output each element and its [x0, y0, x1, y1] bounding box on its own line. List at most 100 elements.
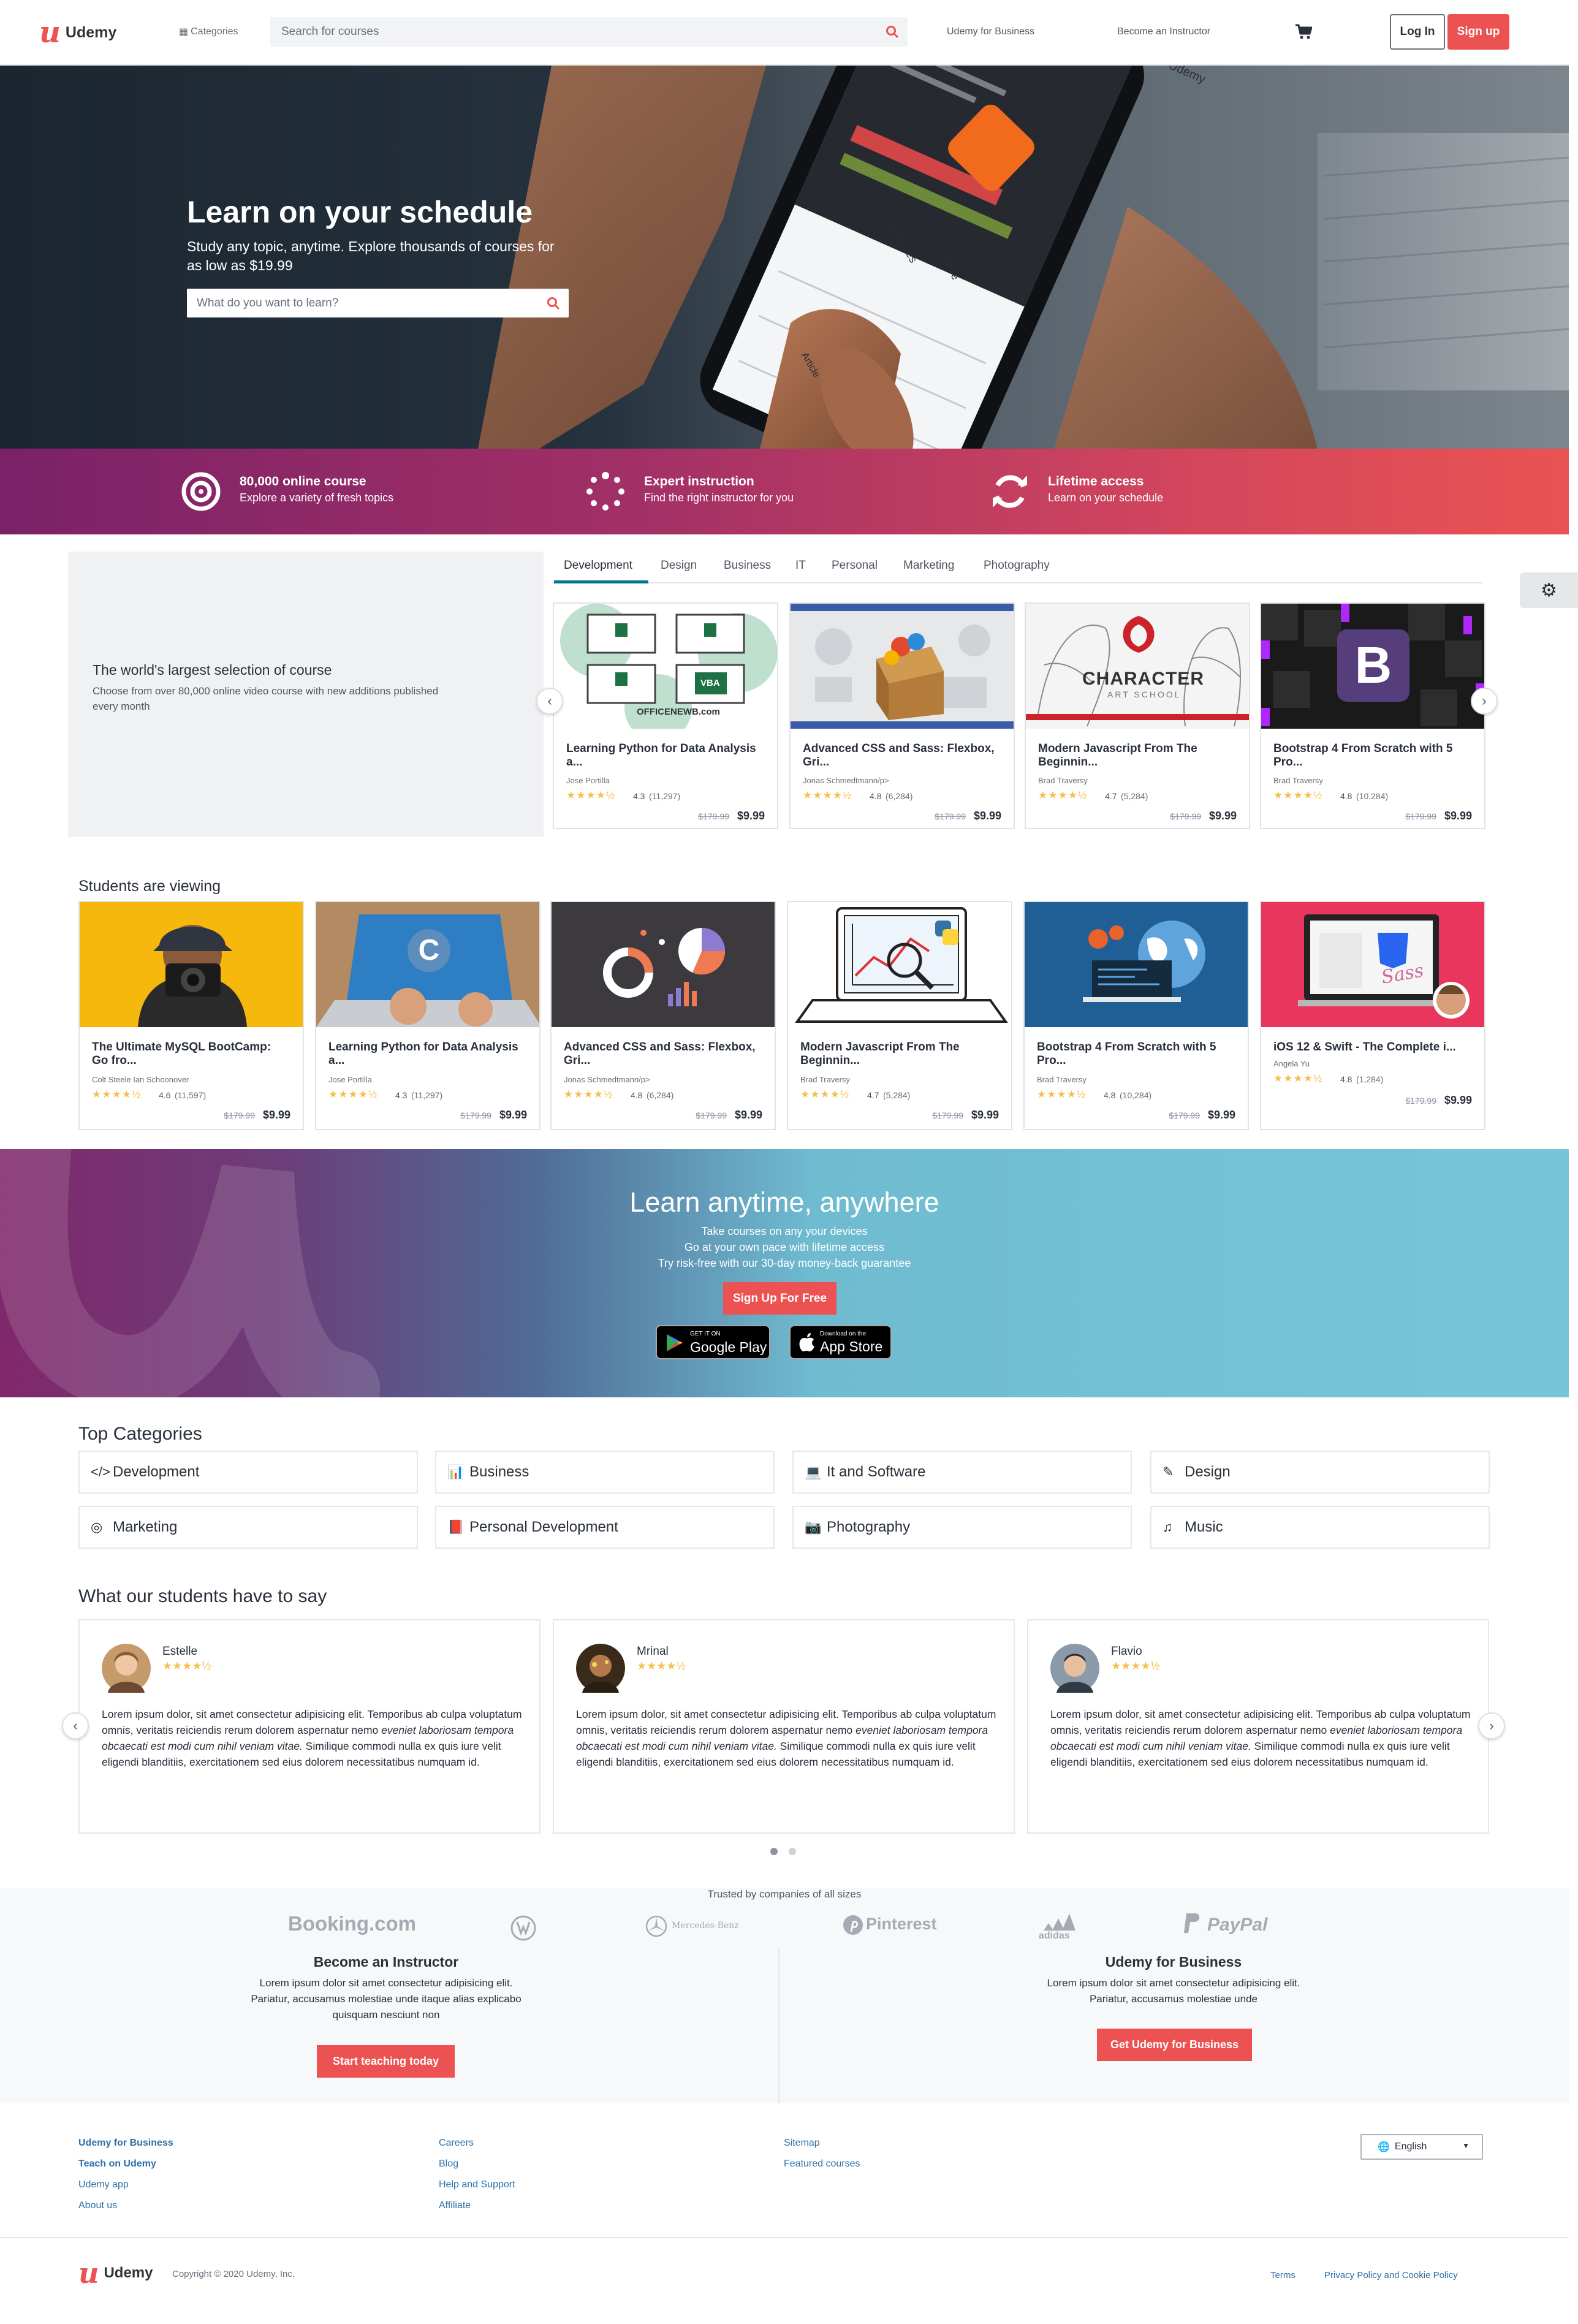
- category-photography[interactable]: 📷 Photography: [792, 1506, 1132, 1549]
- hero-banner: Udemy Lectures More Article Learn on you…: [0, 66, 1569, 449]
- course-thumbnail: [788, 902, 1011, 1027]
- udemy-for-business-link[interactable]: Udemy for Business: [947, 26, 1034, 37]
- header-search-input[interactable]: Search for courses: [270, 17, 908, 47]
- chevron-right-icon: ›: [1489, 1718, 1494, 1733]
- course-card[interactable]: Advanced CSS and Sass: Flexbox, Gri... J…: [789, 602, 1015, 829]
- carousel-prev-button[interactable]: ‹: [536, 688, 563, 715]
- feature-desc-1: Explore a variety of fresh topics: [240, 492, 394, 504]
- course-title[interactable]: Learning Python for Data Analysis: [328, 1041, 518, 1054]
- course-title[interactable]: iOS 12 & Swift - The Complete i...: [1273, 1041, 1456, 1054]
- chart-icon: 📊: [447, 1464, 465, 1479]
- category-label: Marketing: [113, 1519, 178, 1535]
- tab-personal[interactable]: Personal: [832, 559, 878, 572]
- udemy-logo[interactable]: u Udemy: [39, 17, 116, 48]
- course-card[interactable]: Bootstrap 4 From Scratch with 5 Pro... B…: [1023, 901, 1249, 1130]
- old-price: $179.99: [935, 811, 966, 821]
- course-card[interactable]: CHARACTER ART SCHOOL Modern Javascript F…: [1025, 602, 1250, 829]
- footer-link-app[interactable]: Udemy app: [78, 2179, 129, 2190]
- google-play-badge[interactable]: GET IT ON Google Play: [656, 1325, 770, 1359]
- course-title-cont: Gri...: [564, 1054, 591, 1067]
- logo-text: Udemy: [65, 23, 117, 41]
- course-title[interactable]: The Ultimate MySQL BootCamp:: [92, 1041, 271, 1054]
- footer-link-featured[interactable]: Featured courses: [784, 2159, 860, 2170]
- price: $9.99: [1208, 810, 1237, 822]
- category-it-software[interactable]: 💻 It and Software: [792, 1451, 1132, 1494]
- category-music[interactable]: ♫ Music: [1150, 1506, 1490, 1549]
- star-rating-icon: ★★★★½: [1273, 1073, 1323, 1084]
- rating-count: (11,297): [649, 791, 681, 801]
- tab-marketing[interactable]: Marketing: [903, 559, 954, 572]
- footer-link-business[interactable]: Udemy for Business: [78, 2138, 173, 2149]
- category-business[interactable]: 📊 Business: [435, 1451, 775, 1494]
- carousel-next-button[interactable]: ›: [1471, 688, 1498, 715]
- course-thumbnail: CHARACTER ART SCHOOL: [1026, 604, 1249, 729]
- instructor-line3: quisquam nesciunt non: [332, 2009, 440, 2021]
- settings-button[interactable]: ⚙: [1520, 572, 1578, 608]
- testimonial-prev-button[interactable]: ‹: [62, 1712, 89, 1739]
- footer-link-careers[interactable]: Careers: [439, 2138, 474, 2149]
- star-rating-icon: ★★★★½: [800, 1088, 850, 1100]
- course-title[interactable]: Bootstrap 4 From Scratch with 5: [1037, 1041, 1216, 1054]
- login-button[interactable]: Log In: [1390, 14, 1445, 50]
- course-card[interactable]: Advanced CSS and Sass: Flexbox, Gri... J…: [550, 901, 776, 1130]
- tab-business[interactable]: Business: [724, 559, 771, 572]
- booking-logo: Booking.com: [288, 1912, 417, 1935]
- category-development[interactable]: </> Development: [78, 1451, 418, 1494]
- course-title[interactable]: Modern Javascript From The: [800, 1041, 960, 1054]
- signup-free-button[interactable]: Sign Up For Free: [723, 1282, 836, 1315]
- adidas-stripes-icon: [1044, 1913, 1075, 1931]
- hero-search-icon[interactable]: [547, 297, 560, 310]
- course-title[interactable]: Modern Javascript From The: [1038, 742, 1197, 756]
- start-teaching-button[interactable]: Start teaching today: [317, 2045, 455, 2078]
- volkswagen-logo: [510, 1915, 536, 1941]
- course-card[interactable]: The Ultimate MySQL BootCamp: Go fro... C…: [78, 901, 304, 1130]
- rating-count: (10,284): [1356, 791, 1389, 801]
- tab-it[interactable]: IT: [795, 559, 806, 572]
- trusted-title: Trusted by companies of all sizes: [707, 1888, 862, 1900]
- app-store-badge[interactable]: Download on the App Store: [789, 1325, 892, 1359]
- course-card[interactable]: Modern Javascript From The Beginnin... B…: [787, 901, 1012, 1130]
- hero-search-input[interactable]: What do you want to learn?: [187, 289, 569, 317]
- course-card[interactable]: C Learning Python for Data Analysis a...…: [315, 901, 541, 1130]
- cart-icon[interactable]: [1295, 23, 1312, 40]
- course-title[interactable]: Advanced CSS and Sass: Flexbox,: [803, 742, 995, 756]
- category-marketing[interactable]: ◎ Marketing: [78, 1506, 418, 1549]
- course-title[interactable]: Advanced CSS and Sass: Flexbox,: [564, 1041, 756, 1054]
- search-icon[interactable]: [886, 25, 899, 39]
- search-placeholder: Search for courses: [281, 25, 379, 38]
- footer-link-blog[interactable]: Blog: [439, 2159, 458, 2170]
- language-select[interactable]: 🌐 English ▼: [1360, 2134, 1483, 2160]
- footer-privacy-link[interactable]: Privacy Policy and Cookie Policy: [1324, 2270, 1458, 2280]
- categories-button[interactable]: ▦ Categories: [179, 26, 238, 38]
- tab-design[interactable]: Design: [661, 559, 697, 572]
- carousel-dot-active[interactable]: [770, 1848, 778, 1855]
- course-title[interactable]: Learning Python for Data Analysis: [566, 742, 756, 756]
- footer-logo[interactable]: u Udemy: [78, 2259, 153, 2287]
- tab-development[interactable]: Development: [564, 559, 632, 572]
- testimonial-next-button[interactable]: ›: [1478, 1712, 1505, 1739]
- course-thumbnail: B: [1261, 604, 1484, 729]
- footer-link-affiliate[interactable]: Affiliate: [439, 2200, 471, 2211]
- price: $9.99: [262, 1109, 290, 1121]
- thumb-title: CHARACTER: [1082, 669, 1204, 689]
- tab-photography[interactable]: Photography: [984, 559, 1050, 572]
- course-card[interactable]: B Bootstrap 4 From Scratch with 5 Pro...…: [1260, 602, 1485, 829]
- footer-link-teach[interactable]: Teach on Udemy: [78, 2159, 156, 2170]
- top-navbar: u Udemy ▦ Categories Search for courses …: [0, 0, 1569, 66]
- footer-link-sitemap[interactable]: Sitemap: [784, 2138, 820, 2149]
- course-card[interactable]: Sass iOS 12 & Swift - The Complete i... …: [1260, 901, 1485, 1130]
- category-label: Business: [469, 1464, 529, 1480]
- footer-link-about[interactable]: About us: [78, 2200, 117, 2211]
- footer-terms-link[interactable]: Terms: [1270, 2270, 1295, 2280]
- avatar: [576, 1644, 625, 1693]
- footer-link-help[interactable]: Help and Support: [439, 2179, 515, 2190]
- signup-button[interactable]: Sign up: [1447, 14, 1509, 50]
- become-instructor-link[interactable]: Become an Instructor: [1117, 26, 1210, 37]
- rating-value: 4.8: [631, 1090, 643, 1100]
- get-udemy-business-button[interactable]: Get Udemy for Business: [1097, 2029, 1252, 2061]
- course-card[interactable]: VBA OFFICENEWB.com Learning Python for D…: [553, 602, 778, 829]
- category-design[interactable]: ✎ Design: [1150, 1451, 1490, 1494]
- category-personal-development[interactable]: 📕 Personal Development: [435, 1506, 775, 1549]
- course-title[interactable]: Bootstrap 4 From Scratch with 5: [1273, 742, 1452, 756]
- carousel-dot[interactable]: [789, 1848, 796, 1855]
